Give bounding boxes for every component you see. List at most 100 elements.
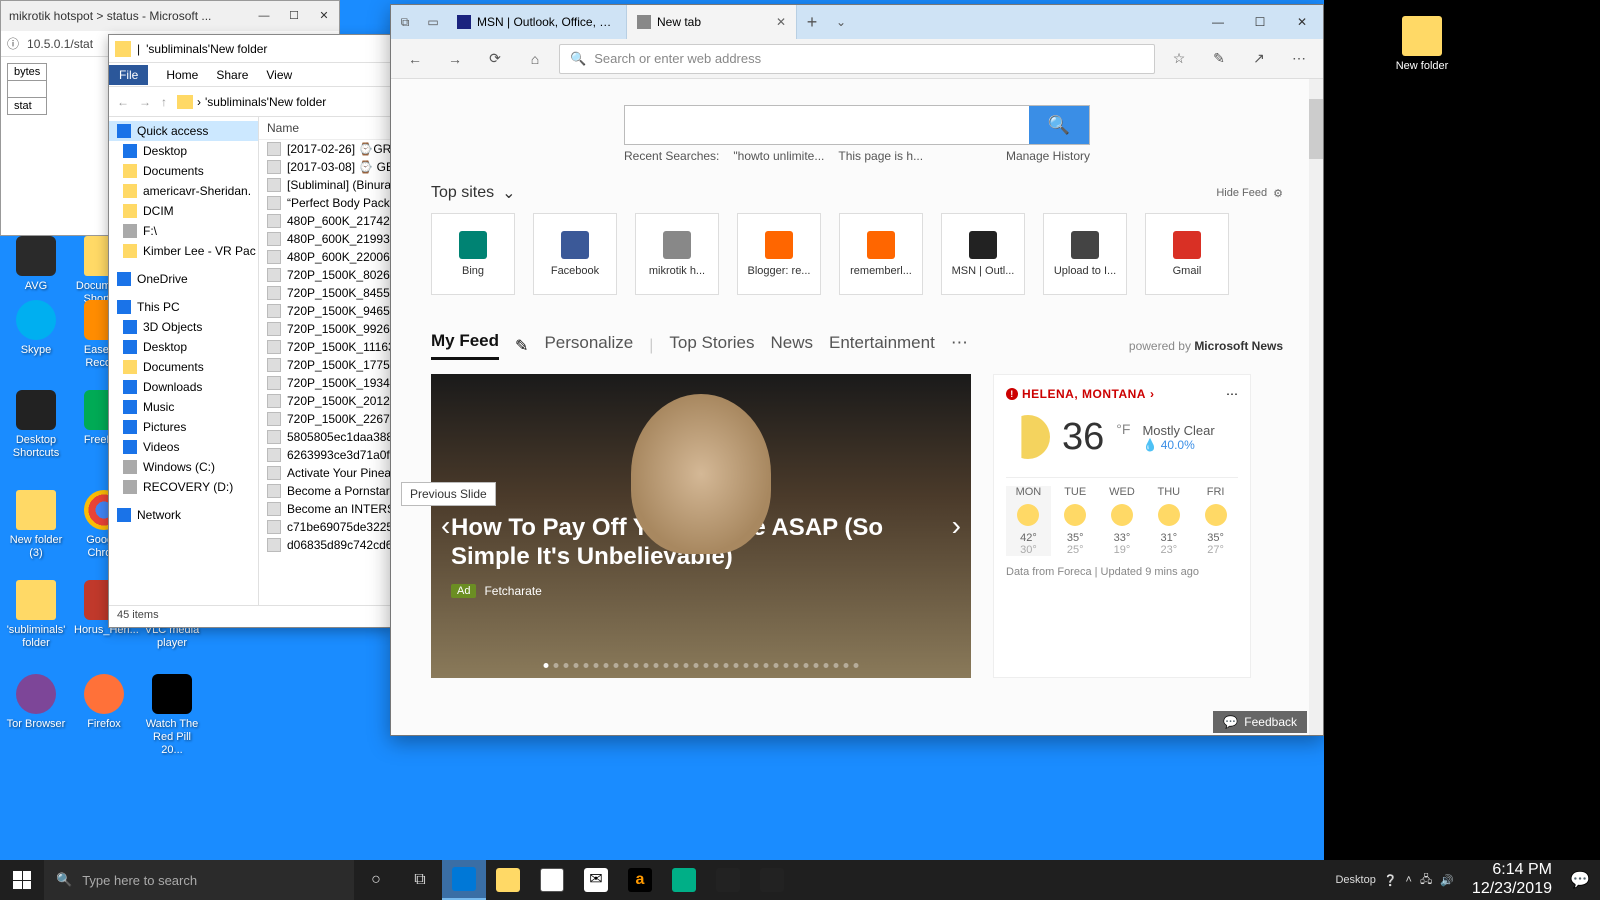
carousel-dot[interactable] <box>684 663 689 668</box>
carousel-dot[interactable] <box>604 663 609 668</box>
ie-maximize[interactable]: ☐ <box>279 5 309 27</box>
file-item[interactable]: 5805805ec1daa38803c <box>259 428 391 446</box>
recent-1[interactable]: "howto unlimite... <box>733 149 824 163</box>
tab-personalize[interactable]: Personalize <box>544 333 633 359</box>
topsite-tile[interactable]: mikrotik h... <box>635 213 719 295</box>
gear-icon[interactable]: ⚙ <box>1273 187 1283 200</box>
side-downloads[interactable]: Downloads <box>109 377 258 397</box>
forecast-day[interactable]: FRI35°27° <box>1193 486 1238 556</box>
action-center-icon[interactable]: 💬 <box>1560 860 1600 900</box>
side-documents[interactable]: Documents <box>109 161 258 181</box>
carousel-dot[interactable] <box>654 663 659 668</box>
topsite-tile[interactable]: MSN | Outl... <box>941 213 1025 295</box>
taskbar-explorer[interactable] <box>486 860 530 900</box>
topsite-tile[interactable]: rememberl... <box>839 213 923 295</box>
carousel-dot[interactable] <box>544 663 549 668</box>
ribbon-view[interactable]: View <box>266 68 292 82</box>
nav-up[interactable]: ↑ <box>161 95 167 109</box>
file-item[interactable]: 720P_1500K_99262601 <box>259 320 391 338</box>
search-input[interactable] <box>625 106 1029 144</box>
side-desktop2[interactable]: Desktop <box>109 337 258 357</box>
close-icon[interactable]: ✕ <box>776 15 786 29</box>
weather-menu[interactable]: ⋯ <box>1226 387 1238 401</box>
taskbar-edge[interactable] <box>442 860 486 900</box>
hide-feed[interactable]: Hide Feed ⚙ <box>1216 187 1283 200</box>
side-pictures[interactable]: Pictures <box>109 417 258 437</box>
carousel-dot[interactable] <box>674 663 679 668</box>
favorite-button[interactable]: ☆ <box>1163 43 1195 75</box>
side-quickaccess[interactable]: Quick access <box>109 121 258 141</box>
ribbon-home[interactable]: Home <box>166 68 198 82</box>
feed-hero[interactable]: Previous Slide ‹ › How To Pay Off Your H… <box>431 374 971 678</box>
file-item[interactable]: 720P_1500K_84553661 <box>259 284 391 302</box>
desktop-icon-tor[interactable]: Tor Browser <box>6 674 66 731</box>
desktop-icon-avg[interactable]: AVG <box>6 236 66 293</box>
carousel-dot[interactable] <box>564 663 569 668</box>
address-bar[interactable]: 🔍 Search or enter web address <box>559 44 1155 74</box>
edge-close[interactable]: ✕ <box>1281 5 1323 39</box>
side-desktop[interactable]: Desktop <box>109 141 258 161</box>
forecast-day[interactable]: THU31°23° <box>1146 486 1191 556</box>
cortana-icon[interactable]: ○ <box>354 860 398 900</box>
side-network[interactable]: Network <box>109 505 258 525</box>
carousel-dot[interactable] <box>574 663 579 668</box>
topsites-label[interactable]: Top sites ⌄ <box>431 183 516 203</box>
taskbar-clock[interactable]: 6:14 PM 12/23/2019 <box>1464 860 1560 900</box>
taskbar-app2[interactable] <box>750 860 794 900</box>
carousel-dot[interactable] <box>624 663 629 668</box>
breadcrumb[interactable]: › 'subliminals'New folder <box>177 95 326 109</box>
refresh-button[interactable]: ⟳ <box>479 43 511 75</box>
side-onedrive[interactable]: OneDrive <box>109 269 258 289</box>
file-item[interactable]: d06835d89c742cd6c6 <box>259 536 391 554</box>
desktop-icon-redpill[interactable]: Watch The Red Pill 20... <box>142 674 202 758</box>
carousel-dot[interactable] <box>824 663 829 668</box>
carousel-dot[interactable] <box>834 663 839 668</box>
file-item[interactable]: 480P_600K_219935181 <box>259 230 391 248</box>
desktop-icon-subliminals[interactable]: 'subliminals' folder <box>6 580 66 650</box>
edge-minimize[interactable]: — <box>1197 5 1239 39</box>
forward-button[interactable]: → <box>439 43 471 75</box>
carousel-dot[interactable] <box>554 663 559 668</box>
side-thispc[interactable]: This PC <box>109 297 258 317</box>
file-item[interactable]: “Perfect Body Packag <box>259 194 391 212</box>
taskbar-store[interactable] <box>530 860 574 900</box>
col-name[interactable]: Name <box>259 117 391 140</box>
carousel-dot[interactable] <box>744 663 749 668</box>
tray-network-icon[interactable]: 🖧 <box>1420 871 1432 890</box>
carousel-dot[interactable] <box>614 663 619 668</box>
recent-2[interactable]: This page is h... <box>838 149 923 163</box>
carousel-dot[interactable] <box>814 663 819 668</box>
desktop-icon-firefox[interactable]: Firefox <box>74 674 134 731</box>
ie-minimize[interactable]: — <box>249 5 279 27</box>
file-item[interactable]: Become an INTERSEX <box>259 500 391 518</box>
side-c[interactable]: Windows (C:) <box>109 457 258 477</box>
tab-msn[interactable]: MSN | Outlook, Office, Skyp <box>447 5 627 39</box>
tray-desktop-toolbar[interactable]: Desktop <box>1335 874 1375 886</box>
file-item[interactable]: 6263993ce3d71a0fc34 <box>259 446 391 464</box>
file-item[interactable]: 720P_1500K_22678265 <box>259 410 391 428</box>
ie-titlebar[interactable]: mikrotik hotspot > status - Microsoft ..… <box>1 1 339 31</box>
carousel-dot[interactable] <box>784 663 789 668</box>
carousel-dot[interactable] <box>754 663 759 668</box>
side-videos[interactable]: Videos <box>109 437 258 457</box>
tab-more[interactable]: ⋯ <box>951 333 968 359</box>
file-item[interactable]: Become a Pornstar Fa <box>259 482 391 500</box>
side-americavr[interactable]: americavr-Sheridan. <box>109 181 258 201</box>
chevron-down-icon[interactable]: ⌄ <box>827 5 855 39</box>
nav-back[interactable]: ← <box>117 95 129 109</box>
system-tray[interactable]: Desktop ❔ ˄ 🖧 🔊 <box>1325 860 1463 900</box>
carousel-dots[interactable] <box>544 663 859 668</box>
ribbon-share[interactable]: Share <box>216 68 248 82</box>
tab-myfeed[interactable]: My Feed <box>431 331 499 360</box>
edge-maximize[interactable]: ☐ <box>1239 5 1281 39</box>
carousel-dot[interactable] <box>844 663 849 668</box>
tray-help-icon[interactable]: ❔ <box>1384 874 1398 887</box>
forecast-day[interactable]: MON42°30° <box>1006 486 1051 556</box>
carousel-dot[interactable] <box>854 663 859 668</box>
home-button[interactable]: ⌂ <box>519 43 551 75</box>
menu-button[interactable]: ⋯ <box>1283 43 1315 75</box>
edge-setaside-icon[interactable]: ⧉ <box>391 5 419 39</box>
topsite-tile[interactable]: Bing <box>431 213 515 295</box>
carousel-dot[interactable] <box>734 663 739 668</box>
desktop-icon-shortcuts[interactable]: Desktop Shortcuts <box>6 390 66 460</box>
